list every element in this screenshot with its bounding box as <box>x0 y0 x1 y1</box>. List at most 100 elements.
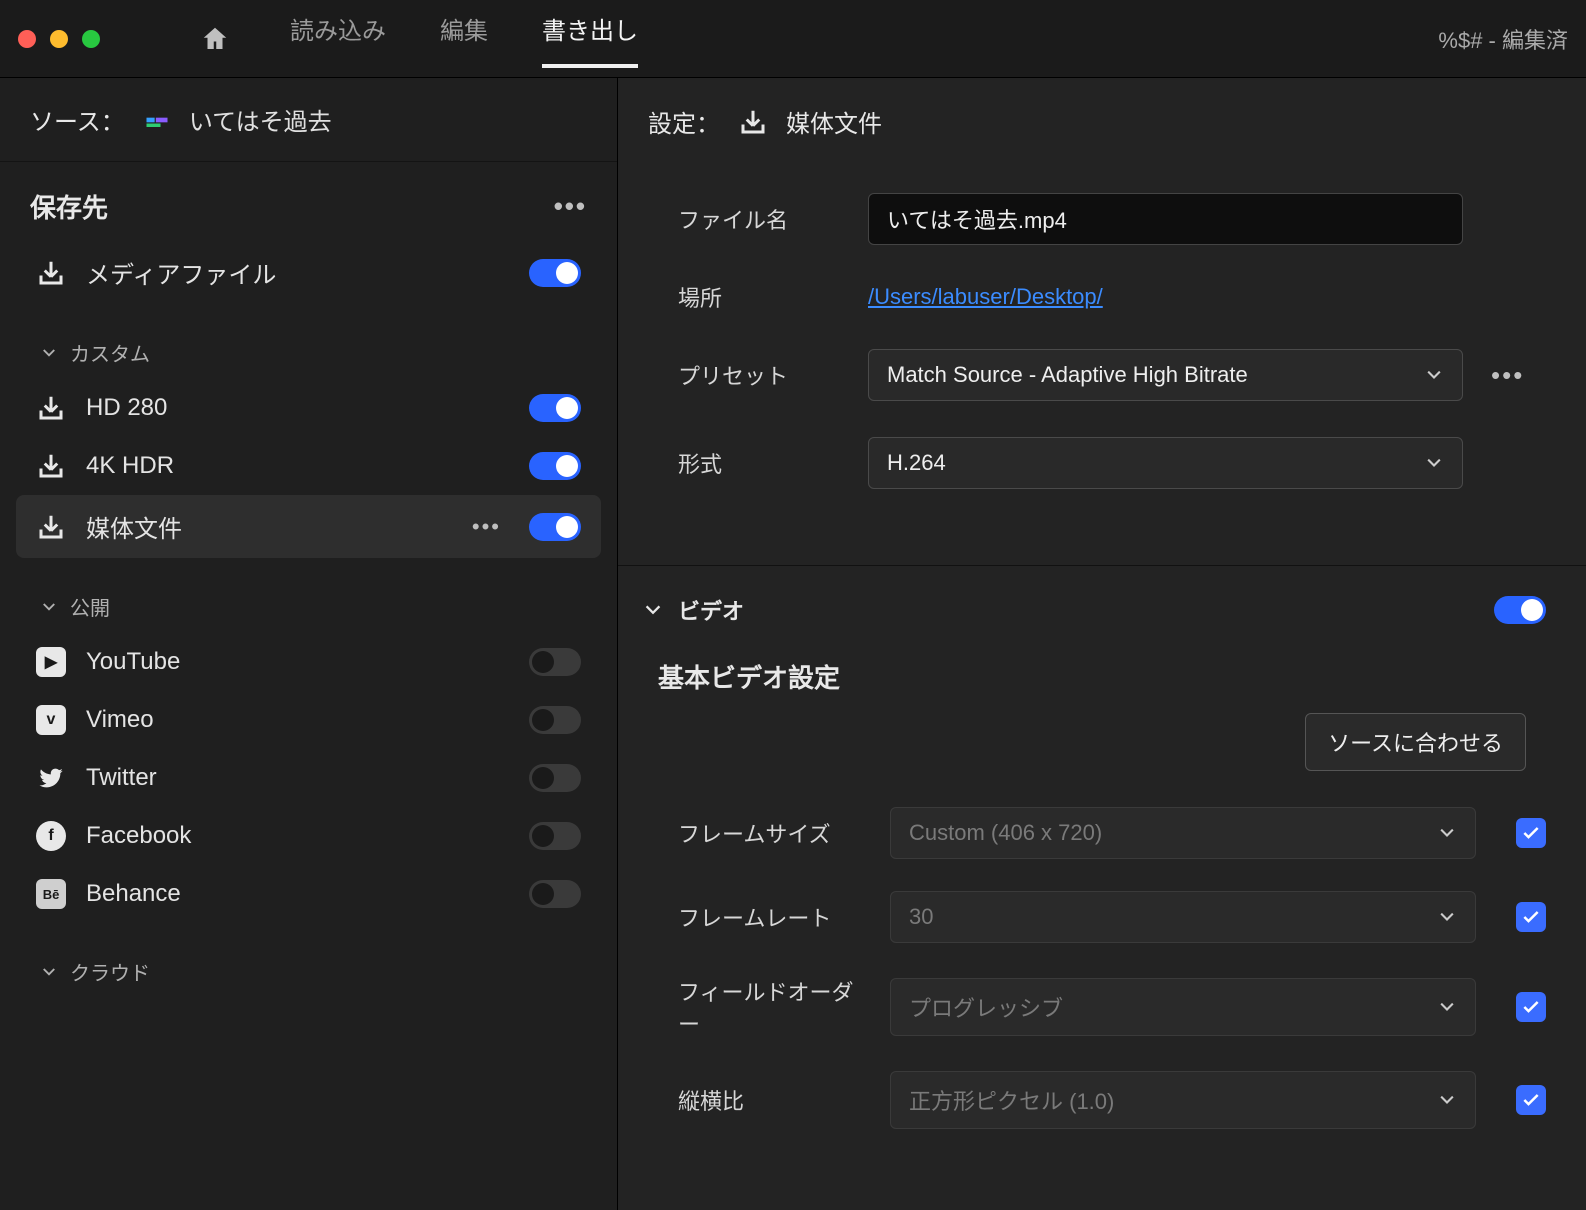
destination-label: Behance <box>86 880 509 908</box>
download-icon <box>738 107 768 137</box>
destination-hd280[interactable]: HD 280 <box>16 379 601 437</box>
group-custom[interactable]: カスタム <box>0 314 617 375</box>
chevron-down-icon[interactable] <box>642 599 664 621</box>
destination-4khdr[interactable]: 4K HDR <box>16 437 601 495</box>
group-publish-label: 公開 <box>70 592 110 621</box>
toggle-twitter[interactable] <box>529 764 581 792</box>
destination-label: メディアファイル <box>86 255 509 290</box>
destinations-header: 保存先 <box>30 188 108 225</box>
destination-label: YouTube <box>86 648 509 676</box>
chevron-down-icon <box>40 963 58 981</box>
window-controls[interactable] <box>18 30 100 48</box>
frame-size-select: Custom (406 x 720) <box>890 807 1476 859</box>
destination-media-file[interactable]: メディアファイル <box>16 241 601 304</box>
sequence-icon <box>143 106 171 134</box>
frame-size-label: フレームサイズ <box>678 817 868 849</box>
chevron-down-icon <box>1424 365 1444 385</box>
group-cloud[interactable]: クラウド <box>0 933 617 994</box>
preset-select[interactable]: Match Source - Adaptive High Bitrate <box>868 349 1463 401</box>
aspect-ratio-select: 正方形ピクセル (1.0) <box>890 1071 1476 1129</box>
destination-twitter[interactable]: Twitter <box>16 749 601 807</box>
download-icon <box>36 393 66 423</box>
destination-more-icon[interactable]: ••• <box>472 514 501 540</box>
maximize-window-icon[interactable] <box>82 30 100 48</box>
toggle-behance[interactable] <box>529 880 581 908</box>
chevron-down-icon <box>40 598 58 616</box>
destination-label: HD 280 <box>86 394 509 422</box>
home-icon[interactable] <box>200 24 230 54</box>
toggle-mediafile-cn[interactable] <box>529 513 581 541</box>
frame-rate-label: フレームレート <box>678 901 868 933</box>
location-link[interactable]: /Users/labuser/Desktop/ <box>868 284 1103 310</box>
facebook-icon: f <box>36 821 66 851</box>
preset-label: プリセット <box>678 359 868 391</box>
destination-mediafile-cn[interactable]: 媒体文件 ••• <box>16 495 601 558</box>
download-icon <box>36 451 66 481</box>
chevron-down-icon <box>1437 997 1457 1017</box>
preset-more-icon[interactable]: ••• <box>1491 360 1524 391</box>
toggle-media-file[interactable] <box>529 259 581 287</box>
vimeo-icon: v <box>36 705 66 735</box>
match-source-button[interactable]: ソースに合わせる <box>1305 713 1526 771</box>
field-order-value: プログレッシブ <box>909 991 1063 1023</box>
minimize-window-icon[interactable] <box>50 30 68 48</box>
close-window-icon[interactable] <box>18 30 36 48</box>
download-icon <box>36 512 66 542</box>
group-publish[interactable]: 公開 <box>0 568 617 629</box>
aspect-ratio-value: 正方形ピクセル (1.0) <box>909 1084 1114 1116</box>
settings-destination-name: 媒体文件 <box>786 104 882 139</box>
video-subheader: 基本ビデオ設定 <box>618 634 1586 713</box>
filename-input[interactable] <box>868 193 1463 245</box>
tab-edit[interactable]: 編集 <box>440 11 488 66</box>
aspect-ratio-match-checkbox[interactable] <box>1516 1085 1546 1115</box>
video-section-title[interactable]: ビデオ <box>678 594 1480 626</box>
location-label: 場所 <box>678 281 868 313</box>
toggle-facebook[interactable] <box>529 822 581 850</box>
format-select[interactable]: H.264 <box>868 437 1463 489</box>
chevron-down-icon <box>1437 907 1457 927</box>
toggle-video-section[interactable] <box>1494 596 1546 624</box>
twitter-icon <box>36 763 66 793</box>
download-icon <box>36 258 66 288</box>
destination-label: Vimeo <box>86 706 509 734</box>
preset-value: Match Source - Adaptive High Bitrate <box>887 362 1248 388</box>
frame-rate-value: 30 <box>909 904 933 930</box>
group-cloud-label: クラウド <box>70 957 150 986</box>
field-order-label: フィールドオーダー <box>678 975 868 1039</box>
destination-vimeo[interactable]: v Vimeo <box>16 691 601 749</box>
tab-import[interactable]: 読み込み <box>290 11 386 66</box>
toggle-hd280[interactable] <box>529 394 581 422</box>
field-order-select: プログレッシブ <box>890 978 1476 1036</box>
format-value: H.264 <box>887 450 946 476</box>
top-tabs: 読み込み 編集 書き出し <box>290 11 638 66</box>
destinations-more-icon[interactable]: ••• <box>554 191 587 222</box>
group-custom-label: カスタム <box>70 338 150 367</box>
destination-facebook[interactable]: f Facebook <box>16 807 601 865</box>
destination-behance[interactable]: Bē Behance <box>16 865 601 923</box>
destination-label: 4K HDR <box>86 452 509 480</box>
tab-export[interactable]: 書き出し <box>542 11 638 66</box>
frame-rate-match-checkbox[interactable] <box>1516 902 1546 932</box>
aspect-ratio-label: 縦横比 <box>678 1084 868 1116</box>
toggle-youtube[interactable] <box>529 648 581 676</box>
destination-label: Twitter <box>86 764 509 792</box>
chevron-down-icon <box>1437 1090 1457 1110</box>
source-name[interactable]: いてはそ過去 <box>189 102 332 137</box>
frame-size-match-checkbox[interactable] <box>1516 818 1546 848</box>
destination-label: Facebook <box>86 822 509 850</box>
chevron-down-icon <box>1437 823 1457 843</box>
toggle-4khdr[interactable] <box>529 452 581 480</box>
filename-label: ファイル名 <box>678 203 868 235</box>
youtube-icon: ▶ <box>36 647 66 677</box>
format-label: 形式 <box>678 447 868 479</box>
source-label: ソース： <box>30 102 125 137</box>
destination-label: 媒体文件 <box>86 509 452 544</box>
toggle-vimeo[interactable] <box>529 706 581 734</box>
chevron-down-icon <box>1424 453 1444 473</box>
frame-rate-select: 30 <box>890 891 1476 943</box>
field-order-match-checkbox[interactable] <box>1516 992 1546 1022</box>
behance-icon: Bē <box>36 879 66 909</box>
frame-size-value: Custom (406 x 720) <box>909 820 1102 846</box>
window-title: %$# - 編集済 <box>1438 23 1568 55</box>
destination-youtube[interactable]: ▶ YouTube <box>16 633 601 691</box>
